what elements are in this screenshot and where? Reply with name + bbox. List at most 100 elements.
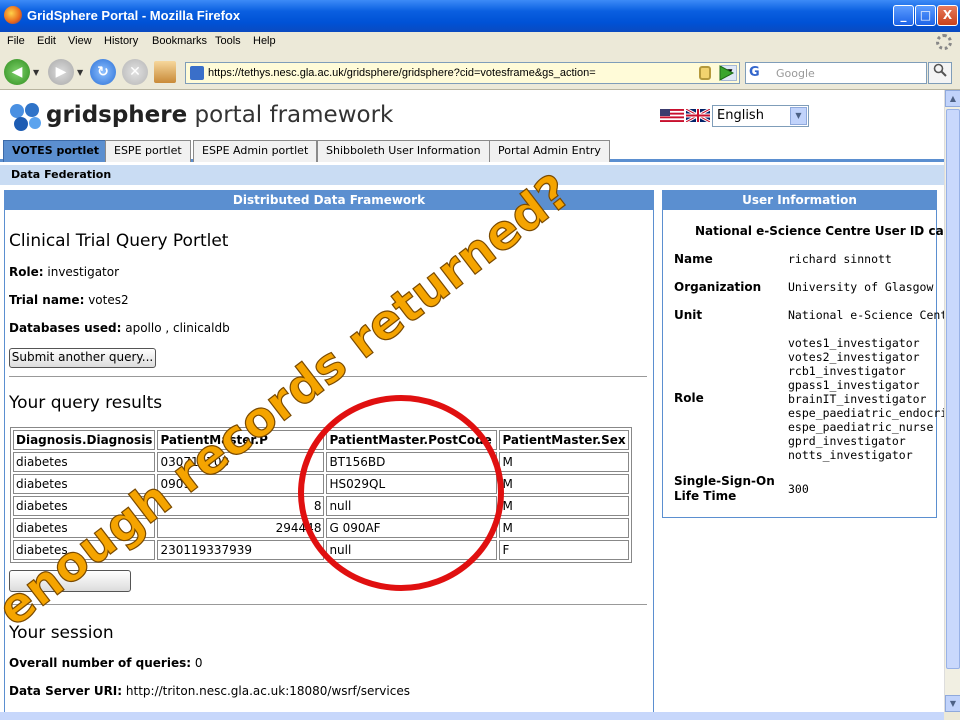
search-box[interactable]: G Google xyxy=(745,62,927,84)
language-select-value: English xyxy=(717,108,764,123)
minimize-button[interactable]: _ xyxy=(893,5,914,26)
site-identity-icon xyxy=(190,66,204,80)
user-name-label: Name xyxy=(674,252,713,266)
table-cell: null xyxy=(326,496,498,516)
go-button[interactable] xyxy=(716,63,736,83)
window-title: GridSphere Portal - Mozilla Firefox xyxy=(27,8,241,23)
stop-button[interactable]: ✕ xyxy=(122,59,148,85)
queries-label: Overall number of queries: xyxy=(9,656,192,670)
brand-bold: gridsphere xyxy=(46,102,188,128)
server-uri-line: Data Server URI: http://triton.nesc.gla.… xyxy=(9,684,410,698)
stop-icon: ✕ xyxy=(129,64,141,80)
table-cell: M xyxy=(499,474,630,494)
table-cell: G 090AF xyxy=(326,518,498,538)
list-item: espe_paediatric_nurse xyxy=(788,420,934,434)
tab-shibboleth-user-info[interactable]: Shibboleth User Information xyxy=(317,140,490,162)
table-row: diabetes 294448 G 090AF M xyxy=(13,518,630,538)
table-cell: diabetes xyxy=(13,518,156,538)
user-name-value: richard sinnott xyxy=(788,252,892,266)
brand-rest: portal framework xyxy=(187,102,394,128)
subnav-data-federation[interactable]: Data Federation xyxy=(0,165,944,185)
scrollbar-thumb[interactable] xyxy=(946,109,960,669)
portal-tabs: VOTES portlet ESPE portlet ESPE Admin po… xyxy=(0,138,944,162)
maximize-button[interactable]: □ xyxy=(915,5,936,26)
vertical-scrollbar[interactable]: ▲ ▼ xyxy=(944,90,960,712)
search-input[interactable]: Google xyxy=(776,67,815,80)
menu-file[interactable]: File xyxy=(7,35,25,47)
list-item: votes2_investigator xyxy=(788,350,920,364)
tab-espe-admin-portlet[interactable]: ESPE Admin portlet xyxy=(193,140,318,162)
portlet-title: Clinical Trial Query Portlet xyxy=(9,231,229,251)
table-row: diabetes 030719703 BT156BD M xyxy=(13,452,630,472)
tab-votes-portlet[interactable]: VOTES portlet xyxy=(3,140,109,162)
menu-tools[interactable]: Tools xyxy=(215,35,241,47)
column-header[interactable]: PatientMaster.PostCode xyxy=(326,430,498,450)
padlock-icon[interactable] xyxy=(699,66,711,80)
list-item: brainIT_investigator xyxy=(788,392,927,406)
horizontal-scrollbar[interactable] xyxy=(0,712,944,720)
user-role-label: Role xyxy=(674,391,704,405)
submit-another-query-button[interactable]: Submit another query... xyxy=(9,348,156,368)
forward-history-dropdown-icon[interactable]: ▼ xyxy=(77,68,83,77)
language-select[interactable]: English ▼ xyxy=(712,105,809,127)
table-row: diabetes 0909 HS029QL M xyxy=(13,474,630,494)
us-flag-icon[interactable] xyxy=(660,109,684,122)
results-action-button[interactable] xyxy=(9,570,131,592)
address-bar[interactable]: https://tethys.nesc.gla.ac.uk/gridsphere… xyxy=(185,62,740,84)
column-header[interactable]: PatientMaster.Sex xyxy=(499,430,630,450)
menu-history[interactable]: History xyxy=(104,35,138,47)
user-org-value: University of Glasgow xyxy=(788,280,934,294)
databases-value: apollo , clinicaldb xyxy=(125,321,230,335)
table-cell: M xyxy=(499,496,630,516)
menu-view[interactable]: View xyxy=(68,35,92,47)
magnifier-icon xyxy=(933,63,947,77)
menu-bookmarks[interactable]: Bookmarks xyxy=(152,35,207,47)
column-header[interactable]: Diagnosis.Diagnosis xyxy=(13,430,156,450)
role-line: Role: investigator xyxy=(9,265,119,279)
databases-label: Databases used: xyxy=(9,321,122,335)
reload-button[interactable]: ↻ xyxy=(90,59,116,85)
divider xyxy=(9,376,647,377)
sso-label-line-1: Single-Sign-On xyxy=(674,474,775,488)
home-button[interactable] xyxy=(154,61,176,83)
tab-espe-portlet[interactable]: ESPE portlet xyxy=(105,140,191,162)
list-item: rcb1_investigator xyxy=(788,364,906,378)
url-text: https://tethys.nesc.gla.ac.uk/gridsphere… xyxy=(208,67,596,79)
list-item: notts_investigator xyxy=(788,448,913,462)
uk-flag-icon[interactable] xyxy=(686,109,710,122)
table-cell: 0909 xyxy=(157,474,325,494)
scroll-up-icon[interactable]: ▲ xyxy=(945,90,960,107)
role-value: investigator xyxy=(47,265,120,279)
session-title: Your session xyxy=(9,623,114,643)
menu-edit[interactable]: Edit xyxy=(37,35,56,47)
table-row: diabetes 8 null M xyxy=(13,496,630,516)
table-cell: diabetes xyxy=(13,496,156,516)
menu-help[interactable]: Help xyxy=(253,35,276,47)
back-arrow-icon: ◀ xyxy=(11,64,23,80)
user-unit-label: Unit xyxy=(674,308,703,322)
databases-line: Databases used: apollo , clinicaldb xyxy=(9,321,230,335)
scroll-down-icon[interactable]: ▼ xyxy=(945,695,960,712)
throbber-icon xyxy=(936,34,952,50)
column-header[interactable]: PatientMaster.P xyxy=(157,430,325,450)
back-history-dropdown-icon[interactable]: ▼ xyxy=(33,68,39,77)
table-cell: 230119337939 xyxy=(157,540,325,560)
close-button[interactable]: X xyxy=(937,5,958,26)
forward-button[interactable]: ▶ xyxy=(48,59,74,85)
portal-brand: gridsphere portal framework xyxy=(46,102,393,128)
table-cell: F xyxy=(499,540,630,560)
list-item: votes1_investigator xyxy=(788,336,920,350)
search-button[interactable] xyxy=(928,62,952,84)
back-button[interactable]: ◀ xyxy=(4,59,30,85)
table-cell: null xyxy=(326,540,498,560)
user-panel-header: User Information xyxy=(662,190,937,210)
user-unit-row: Unit National e-Science Cent xyxy=(674,308,944,324)
trial-value: votes2 xyxy=(88,293,129,307)
chevron-down-icon[interactable]: ▼ xyxy=(790,107,807,125)
server-uri-value: http://triton.nesc.gla.ac.uk:18080/wsrf/… xyxy=(125,684,410,698)
google-icon[interactable]: G xyxy=(749,65,765,81)
tab-portal-admin-entry[interactable]: Portal Admin Entry xyxy=(489,140,610,162)
table-cell: BT156BD xyxy=(326,452,498,472)
queries-value: 0 xyxy=(194,656,203,670)
user-roles-list: votes1_investigator votes2_investigator … xyxy=(788,336,944,462)
